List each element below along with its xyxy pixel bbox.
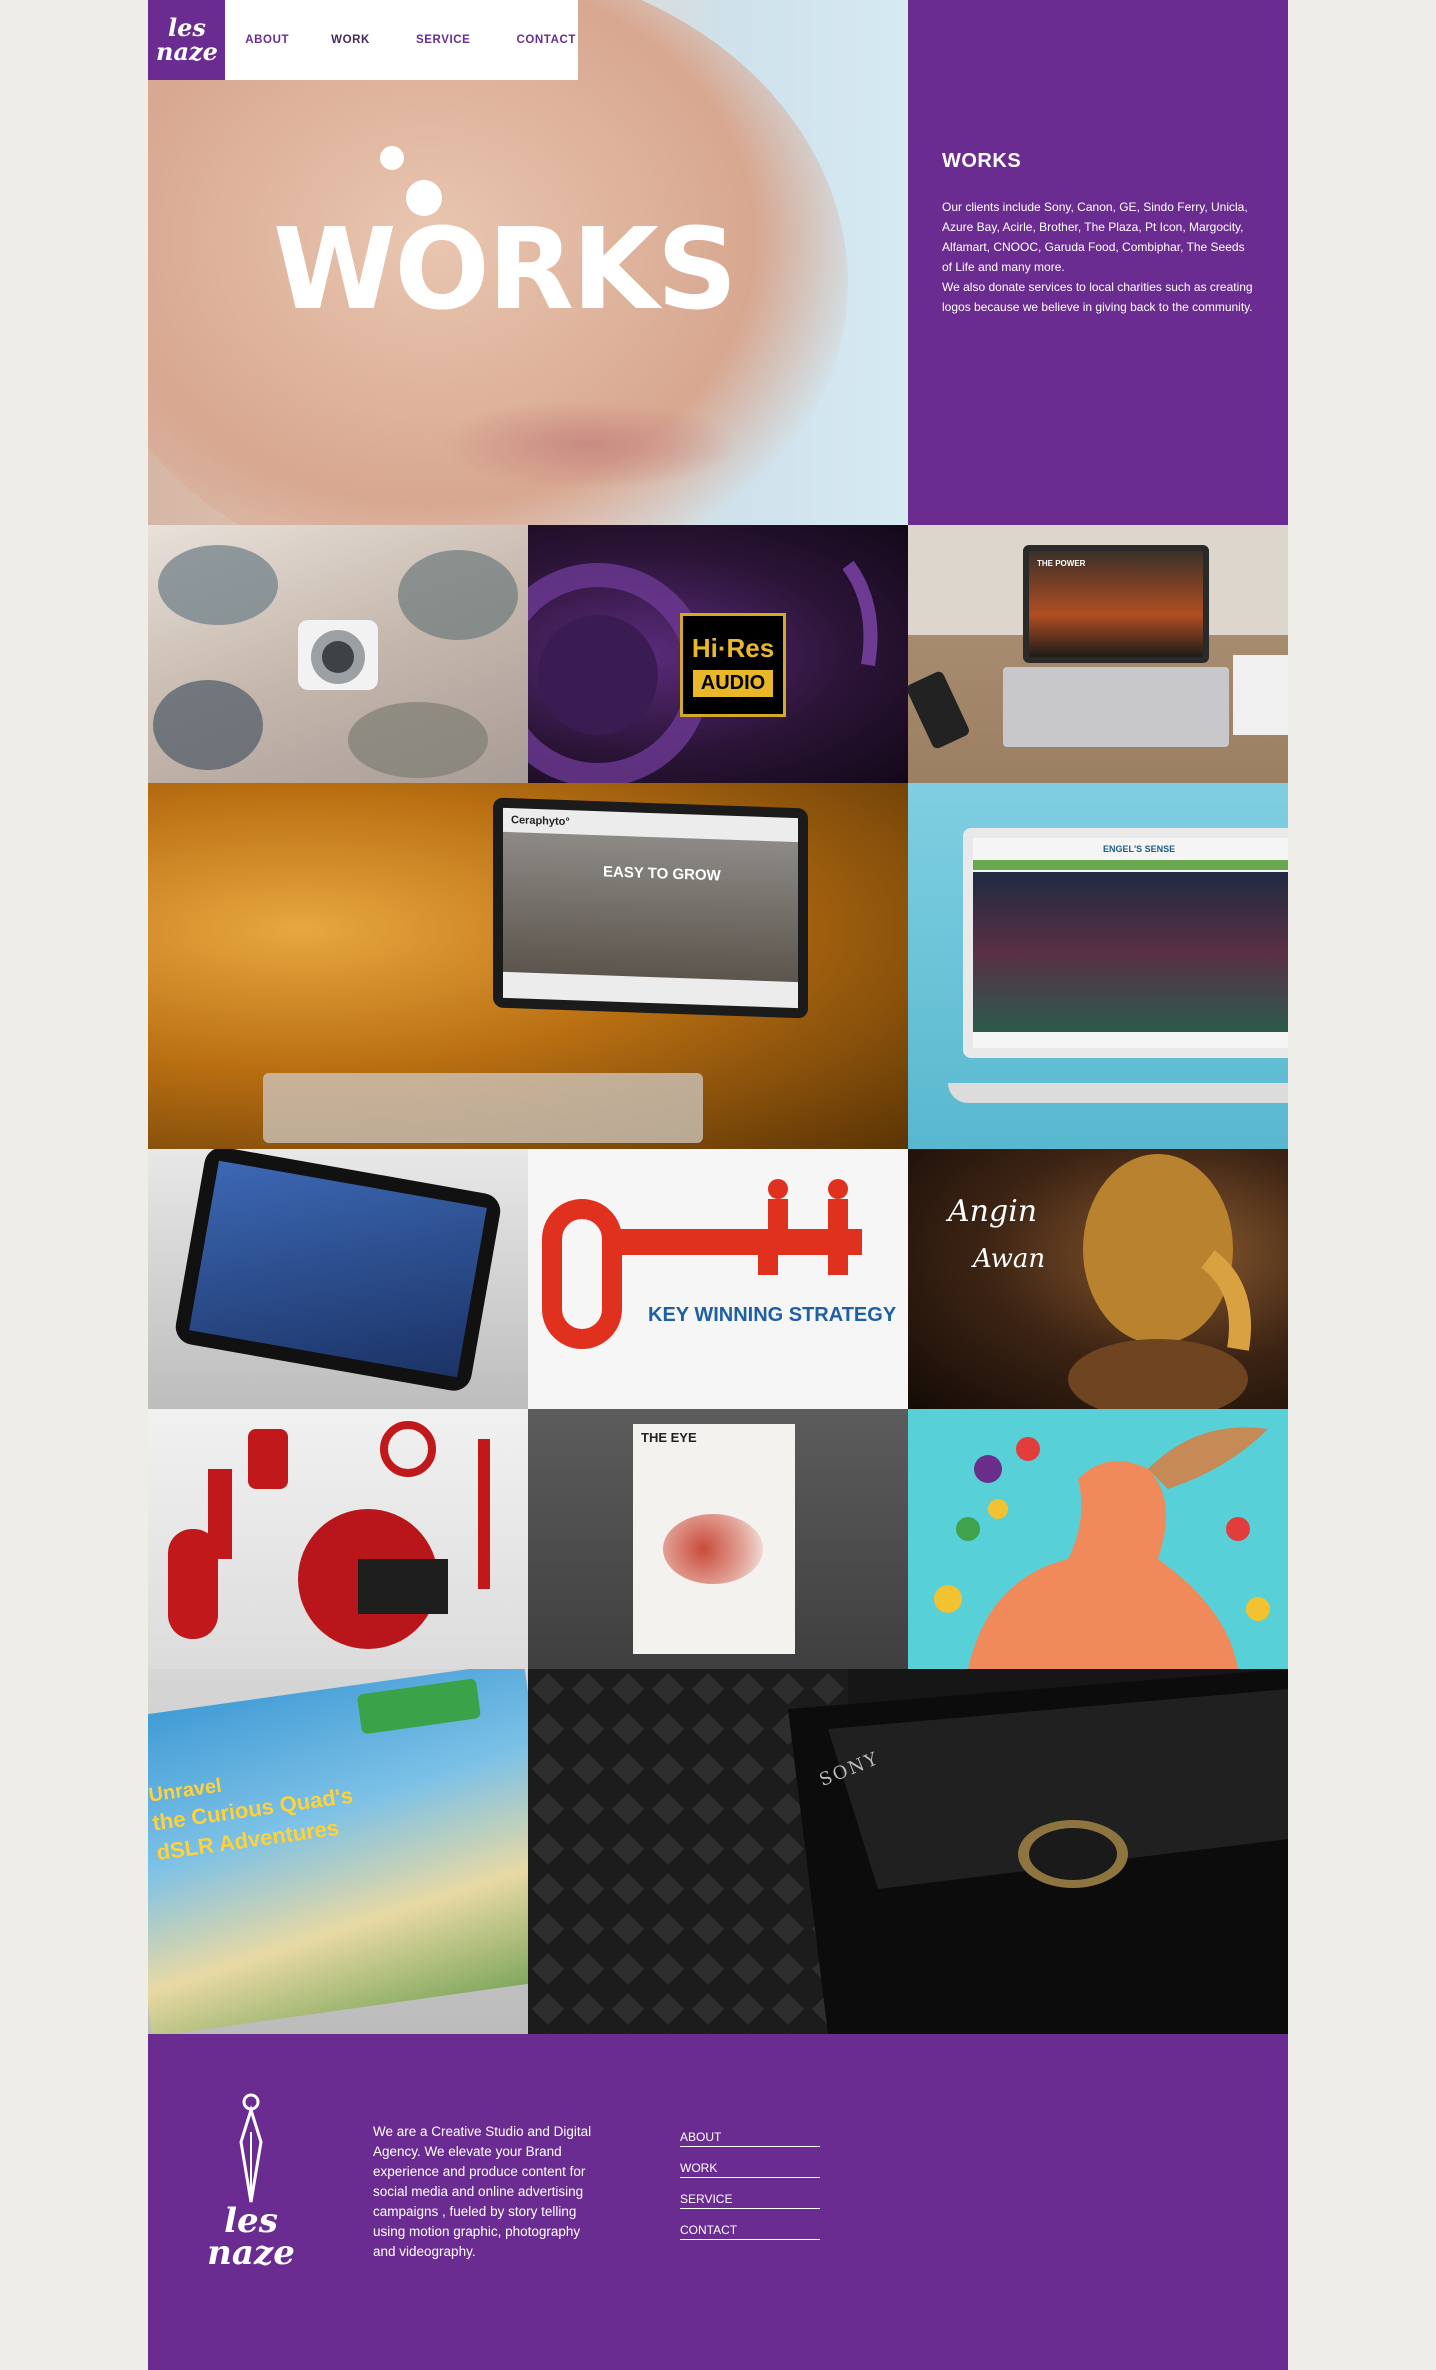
nav-contact[interactable]: CONTACT (516, 34, 576, 46)
tile-ceraphyto[interactable]: Ceraphyto° EASY TO GROW (148, 783, 908, 1149)
key-strategy-text: KEY WINNING STRATEGY (648, 1304, 897, 1326)
hires-badge-line1: Hi·Res (691, 633, 775, 663)
footer: les naze We are a Creative Studio and Di… (148, 2034, 1288, 2370)
tile-fruit-illustration[interactable] (908, 1409, 1288, 1669)
nav-about[interactable]: ABOUT (245, 34, 289, 46)
footer-nav: ABOUT WORK SERVICE CONTACT (680, 2130, 820, 2254)
nav-service[interactable]: SERVICE (416, 34, 470, 46)
svg-text:naze: naze (207, 2233, 295, 2268)
angin-title-line1: Angin (948, 1194, 1038, 1229)
works-intro-panel: WORKS Our clients include Sony, Canon, G… (908, 0, 1288, 525)
tile-tablet-app[interactable] (148, 1149, 528, 1409)
tile-hires-audio[interactable]: Hi·Res AUDIO (528, 525, 908, 783)
tile-sony-speaker[interactable]: SONY (528, 1669, 1288, 2034)
angin-title-line2: Awan (973, 1244, 1046, 1274)
key-strategy-art (542, 1179, 862, 1349)
tile-red-objects[interactable] (148, 1409, 528, 1669)
engels-brand: ENGEL'S SENSE (1103, 844, 1176, 854)
ceraphyto-keyboard (263, 1073, 703, 1143)
tile-curious-quad[interactable]: Unravel the Curious Quad's dSLR Adventur… (148, 1669, 528, 2034)
angin-face-art (1068, 1154, 1251, 1409)
laptop-keyboard (1003, 667, 1229, 747)
hero-dot-small (380, 146, 404, 170)
laptop-screen: THE POWER (1023, 545, 1209, 663)
tile-the-eye[interactable]: THE EYE (528, 1409, 908, 1669)
works-heading: WORKS (942, 150, 1022, 172)
camera-collage-art (153, 545, 518, 778)
tile-engels-sense[interactable]: ENGEL'S SENSE (908, 783, 1288, 1149)
engels-laptop-screen: ENGEL'S SENSE (963, 828, 1288, 1058)
hires-badge-line2: AUDIO (692, 670, 774, 697)
nav-work[interactable]: WORK (331, 34, 370, 46)
hero-title: WORKS (273, 205, 737, 335)
eye-poster-title: THE EYE (641, 1430, 697, 1445)
tile-angin-awan[interactable]: Angin Awan (908, 1149, 1288, 1409)
footer-link-about[interactable]: ABOUT (680, 2130, 820, 2147)
tablet-device (172, 1149, 504, 1394)
tile-laptop-desk[interactable]: THE POWER (908, 525, 1288, 783)
brand-logo-icon: les naze (156, 13, 218, 66)
ceraphyto-brand: Ceraphyto° (511, 814, 570, 829)
works-charity-text: We also donate services to local chariti… (942, 280, 1253, 314)
hires-badge: Hi·Res AUDIO (680, 613, 786, 717)
red-objects-art (168, 1421, 490, 1649)
tile-key-strategy[interactable]: KEY WINNING STRATEGY (528, 1149, 908, 1409)
footer-description: We are a Creative Studio and Digital Age… (373, 2124, 592, 2259)
footer-logo-icon: les naze (207, 2093, 295, 2268)
footer-link-contact[interactable]: CONTACT (680, 2223, 820, 2240)
laptop-site-headline: THE POWER (1037, 559, 1086, 568)
ceraphyto-laptop-screen: Ceraphyto° EASY TO GROW (493, 797, 808, 1019)
eye-poster: THE EYE (633, 1424, 795, 1654)
svg-text:naze: naze (156, 37, 218, 66)
sony-speaker-art (528, 1669, 1288, 2034)
works-clients-text: Our clients include Sony, Canon, GE, Sin… (942, 200, 1248, 274)
footer-link-service[interactable]: SERVICE (680, 2192, 820, 2209)
top-nav: les naze ABOUT WORK SERVICE CONTACT (148, 0, 578, 80)
page: WORKS les naze ABOUT WORK SERVICE CONTAC… (148, 0, 1288, 2370)
tile-camera-collage[interactable] (148, 525, 528, 783)
fruit-illustration-art (934, 1427, 1270, 1669)
footer-link-work[interactable]: WORK (680, 2161, 820, 2178)
brand-logo[interactable]: les naze (148, 0, 226, 80)
curious-book-cover: Unravel the Curious Quad's dSLR Adventur… (148, 1669, 528, 2034)
